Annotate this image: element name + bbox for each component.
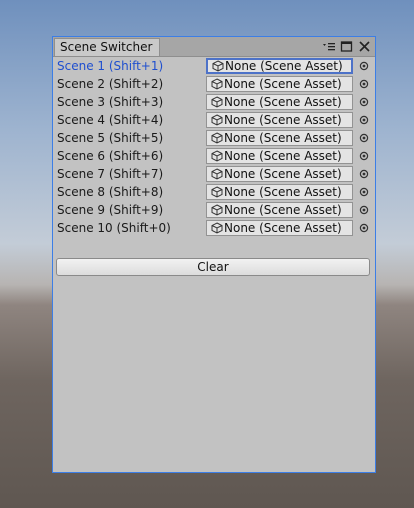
scene-label: Scene 9 (Shift+9) xyxy=(57,203,164,217)
object-picker-icon[interactable] xyxy=(359,169,369,179)
scene-asset-field[interactable]: None (Scene Asset) xyxy=(206,202,353,218)
scene-asset-field[interactable]: None (Scene Asset) xyxy=(206,76,353,92)
scene-label: Scene 10 (Shift+0) xyxy=(57,221,171,235)
unity-scene-icon xyxy=(211,186,223,198)
scene-row-5: Scene 5 (Shift+5) None (Scene Asset) xyxy=(53,129,375,147)
scene-asset-value: None (Scene Asset) xyxy=(224,221,342,235)
scene-row-9: Scene 9 (Shift+9) None (Scene Asset) xyxy=(53,201,375,219)
scene-asset-field[interactable]: None (Scene Asset) xyxy=(206,220,353,236)
scene-asset-value: None (Scene Asset) xyxy=(224,203,342,217)
scene-row-4: Scene 4 (Shift+4) None (Scene Asset) xyxy=(53,111,375,129)
scene-label: Scene 6 (Shift+6) xyxy=(57,149,164,163)
unity-scene-icon xyxy=(211,168,223,180)
scene-asset-field[interactable]: None (Scene Asset) xyxy=(206,130,353,146)
object-picker-icon[interactable] xyxy=(359,151,369,161)
scene-label: Scene 2 (Shift+2) xyxy=(57,77,164,91)
unity-scene-icon xyxy=(211,222,223,234)
unity-scene-icon xyxy=(212,60,224,72)
scene-asset-field[interactable]: None (Scene Asset) xyxy=(206,184,353,200)
scene-asset-value: None (Scene Asset) xyxy=(224,95,342,109)
object-picker-icon[interactable] xyxy=(359,133,369,143)
object-picker-icon[interactable] xyxy=(359,61,369,71)
scene-asset-value: None (Scene Asset) xyxy=(224,167,342,181)
scene-label: Scene 5 (Shift+5) xyxy=(57,131,164,145)
scene-label: Scene 4 (Shift+4) xyxy=(57,113,164,127)
scene-asset-field[interactable]: None (Scene Asset) xyxy=(206,58,353,74)
scene-switcher-window: Scene Switcher Scene 1 (Shift+1) None (S… xyxy=(52,36,376,473)
window-controls xyxy=(322,39,371,54)
scene-label: Scene 1 (Shift+1) xyxy=(57,59,164,73)
unity-scene-icon xyxy=(211,114,223,126)
object-picker-icon[interactable] xyxy=(359,97,369,107)
scene-label: Scene 7 (Shift+7) xyxy=(57,167,164,181)
scene-asset-value: None (Scene Asset) xyxy=(224,131,342,145)
object-picker-icon[interactable] xyxy=(359,115,369,125)
unity-scene-icon xyxy=(211,132,223,144)
scene-row-8: Scene 8 (Shift+8) None (Scene Asset) xyxy=(53,183,375,201)
scene-row-1: Scene 1 (Shift+1) None (Scene Asset) xyxy=(53,57,375,75)
scene-asset-field[interactable]: None (Scene Asset) xyxy=(206,148,353,164)
scene-asset-value: None (Scene Asset) xyxy=(224,185,342,199)
object-picker-icon[interactable] xyxy=(359,187,369,197)
scene-row-7: Scene 7 (Shift+7) None (Scene Asset) xyxy=(53,165,375,183)
unity-scene-icon xyxy=(211,150,223,162)
close-icon[interactable] xyxy=(358,40,371,53)
object-picker-icon[interactable] xyxy=(359,205,369,215)
scene-asset-value: None (Scene Asset) xyxy=(225,59,343,73)
scene-label: Scene 8 (Shift+8) xyxy=(57,185,164,199)
unity-scene-icon xyxy=(211,78,223,90)
window-titlebar: Scene Switcher xyxy=(53,37,375,57)
tab-scene-switcher[interactable]: Scene Switcher xyxy=(54,38,160,56)
unity-scene-icon xyxy=(211,96,223,108)
scene-asset-field[interactable]: None (Scene Asset) xyxy=(206,166,353,182)
scene-asset-value: None (Scene Asset) xyxy=(224,77,342,91)
scene-row-10: Scene 10 (Shift+0) None (Scene Asset) xyxy=(53,219,375,237)
scene-row-3: Scene 3 (Shift+3) None (Scene Asset) xyxy=(53,93,375,111)
object-picker-icon[interactable] xyxy=(359,79,369,89)
scene-asset-value: None (Scene Asset) xyxy=(224,113,342,127)
menu-icon[interactable] xyxy=(322,40,335,53)
scene-asset-value: None (Scene Asset) xyxy=(224,149,342,163)
scene-row-2: Scene 2 (Shift+2) None (Scene Asset) xyxy=(53,75,375,93)
object-picker-icon[interactable] xyxy=(359,223,369,233)
scene-asset-field[interactable]: None (Scene Asset) xyxy=(206,94,353,110)
scene-label: Scene 3 (Shift+3) xyxy=(57,95,164,109)
scene-row-6: Scene 6 (Shift+6) None (Scene Asset) xyxy=(53,147,375,165)
scene-asset-field[interactable]: None (Scene Asset) xyxy=(206,112,353,128)
clear-button[interactable]: Clear xyxy=(56,258,370,276)
unity-scene-icon xyxy=(211,204,223,216)
maximize-icon[interactable] xyxy=(340,40,353,53)
window-content: Scene 1 (Shift+1) None (Scene Asset) Sce… xyxy=(53,57,375,472)
